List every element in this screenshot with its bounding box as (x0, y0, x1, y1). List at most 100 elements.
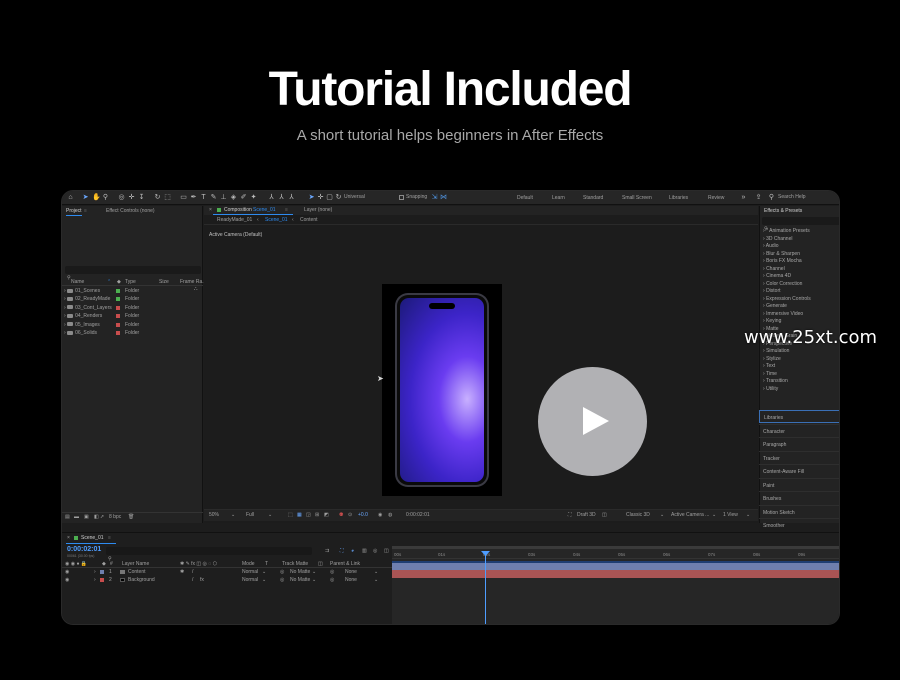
project-search-input[interactable]: ⚲ (65, 266, 201, 281)
layer-bar-background[interactable] (392, 570, 839, 578)
breadcrumb-item[interactable]: Scene_01 (265, 217, 288, 224)
panel-smoother[interactable]: Smoother (759, 518, 839, 531)
axis-world-icon[interactable]: ⅄ (278, 194, 285, 201)
clone-stamp-tool-icon[interactable]: ⊥ (220, 194, 227, 201)
breadcrumb-item[interactable]: ReadyMade_01 (217, 217, 252, 224)
collapse-switch-icon[interactable]: ✱ (180, 569, 184, 576)
col-name[interactable]: Name (71, 279, 84, 286)
list-item[interactable]: › 04_Renders (64, 313, 102, 320)
layer-parent[interactable]: None (345, 569, 357, 576)
expand-icon[interactable]: › (94, 569, 96, 576)
time-ruler[interactable]: 00s 01s 02s 03s 04s 05s 06s 07s 08s 09s (392, 551, 839, 559)
home-icon[interactable]: ⌂ (67, 194, 74, 201)
share-icon[interactable]: ⇪ (754, 194, 763, 201)
draft-3d-label[interactable]: Draft 3D (577, 512, 596, 519)
camera-select[interactable]: Active Camera ... (671, 512, 709, 519)
panel-motion-sketch[interactable]: Motion Sketch (759, 505, 839, 518)
new-folder-icon[interactable]: ▬ (74, 514, 79, 521)
region-of-interest-icon[interactable]: ⬚ (288, 512, 293, 519)
close-tab-icon[interactable]: × (209, 207, 212, 214)
col-type[interactable]: Type (125, 279, 136, 286)
layer-label-swatch[interactable] (100, 578, 104, 582)
workspace-standard[interactable]: Standard (583, 195, 603, 201)
project-menu-icon[interactable]: ≡ (84, 208, 87, 215)
motion-blur-icon[interactable]: ◎ (373, 548, 377, 555)
layer-bar-content[interactable] (392, 563, 839, 570)
effect-category[interactable]: › Channel (763, 266, 785, 272)
workspace-review[interactable]: Review (708, 195, 724, 201)
col-track-matte[interactable]: Track Matte (282, 561, 308, 568)
new-composition-icon[interactable]: ▣ (84, 514, 89, 521)
flowchart-icon[interactable]: ⛬ (194, 286, 198, 293)
shy-layers-icon[interactable]: ◕ (351, 548, 354, 555)
fx-switch-icon[interactable]: fx (200, 577, 204, 584)
transparency-grid-icon[interactable]: ▦ (297, 512, 302, 519)
play-button[interactable] (538, 367, 647, 476)
workspace-learn[interactable]: Learn (552, 195, 565, 201)
list-item[interactable]: › 01_Scenes (64, 288, 100, 295)
col-parent[interactable]: Parent & Link (330, 561, 360, 568)
selection-tool-icon[interactable]: ➤ (82, 194, 89, 201)
tab-comp-name[interactable]: Scene_01 (253, 207, 276, 214)
brush-tool-icon[interactable]: ✎ (210, 194, 217, 201)
layer-name[interactable]: Background (128, 577, 155, 584)
quality-switch-icon[interactable]: / (192, 569, 193, 576)
effect-category[interactable]: › Blur & Sharpen (763, 251, 800, 257)
search-help-input[interactable]: Search Help (778, 194, 806, 201)
view-select[interactable]: 1 View (723, 512, 738, 519)
effect-category[interactable]: › Immersive Video (763, 311, 803, 317)
show-snapshot-icon[interactable]: ◍ (388, 512, 392, 519)
snapping-checkbox[interactable] (399, 195, 404, 200)
effect-category[interactable]: › * Animation Presets (763, 228, 810, 234)
universal-rotate-icon[interactable]: ↻ (335, 194, 342, 201)
bpc-label[interactable]: 8 bpc (109, 514, 121, 521)
comp-timecode[interactable]: 0:00:02:01 (406, 512, 430, 519)
panel-character[interactable]: Character (759, 424, 839, 437)
col-mode[interactable]: Mode (242, 561, 255, 568)
workspace-default[interactable]: Default (517, 195, 533, 201)
timeline-search-input[interactable]: ⚲ (106, 547, 312, 562)
dolly-tool-icon[interactable]: ↧ (138, 194, 145, 201)
panel-tracker[interactable]: Tracker (759, 451, 839, 464)
col-layer-name[interactable]: Layer Name (122, 561, 149, 568)
render-queue-icon[interactable]: ➚ (100, 514, 104, 521)
layer-label-swatch[interactable] (100, 570, 104, 574)
guides-icon[interactable]: ⊞ (315, 512, 319, 519)
list-item[interactable]: › 05_Images (64, 322, 100, 329)
snap-edges-icon[interactable]: ⇲ (431, 194, 438, 201)
col-frame-rate[interactable]: Frame Ra... (180, 279, 206, 286)
label-tag-icon[interactable]: ◆ (117, 279, 121, 286)
zoom-tool-icon[interactable]: ⚲ (102, 194, 109, 201)
rotation-tool-icon[interactable]: ↻ (154, 194, 161, 201)
reset-exposure-icon[interactable]: ⊙ (348, 512, 352, 519)
effect-category[interactable]: › Audio (763, 243, 779, 249)
effect-category[interactable]: › Expression Controls (763, 296, 811, 302)
graph-editor-icon[interactable]: ◫ (384, 548, 389, 555)
timeline-timecode[interactable]: 0:00:02:01 (67, 546, 101, 553)
effect-category[interactable]: › Utility (763, 386, 778, 392)
resolution-select[interactable]: Full (246, 512, 254, 519)
timeline-menu-icon[interactable]: ≡ (108, 535, 111, 542)
sort-icon[interactable]: ⌃ (107, 279, 111, 286)
universal-selection-icon[interactable]: ➤ (308, 194, 315, 201)
axis-local-icon[interactable]: ⅄ (268, 194, 275, 201)
tab-effect-controls[interactable]: Effect Controls (none) (106, 208, 155, 215)
interpret-footage-icon[interactable]: ▤ (65, 514, 70, 521)
orbit-tool-icon[interactable]: ◎ (118, 194, 125, 201)
effect-category[interactable]: › Cinema 4D (763, 273, 791, 279)
effect-category[interactable]: › 3D Channel (763, 236, 792, 242)
timeline-graph[interactable]: 00s 01s 02s 03s 04s 05s 06s 07s 08s 09s (392, 546, 839, 624)
playhead[interactable] (485, 551, 486, 624)
comp-flowchart-icon[interactable]: ⇉ (325, 548, 329, 555)
effect-category[interactable]: › Distort (763, 288, 781, 294)
layer-track-matte[interactable]: No Matte (290, 569, 310, 576)
zoom-select[interactable]: 50% (209, 512, 219, 519)
expand-icon[interactable]: › (94, 577, 96, 584)
universal-scale-icon[interactable]: ▢ (326, 194, 333, 201)
effect-category[interactable]: › Simulation (763, 348, 789, 354)
quality-switch-icon[interactable]: / (192, 577, 193, 584)
universal-move-icon[interactable]: ✛ (317, 194, 324, 201)
pickwhip-icon[interactable]: ◎ (330, 569, 334, 576)
list-item[interactable]: › 03_Cont_Layers (64, 305, 112, 312)
visibility-icon[interactable]: ◉ (65, 577, 69, 584)
